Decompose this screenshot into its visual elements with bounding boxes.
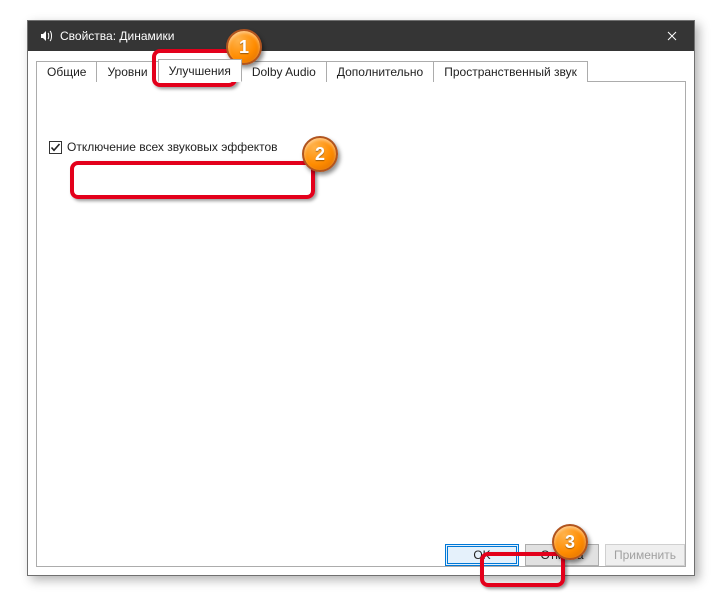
tab-advanced[interactable]: Дополнительно — [326, 61, 434, 82]
tab-levels[interactable]: Уровни — [96, 61, 158, 82]
disable-effects-checkbox[interactable] — [49, 141, 62, 154]
close-button[interactable] — [649, 21, 694, 51]
tab-spatial-sound[interactable]: Пространственный звук — [433, 61, 588, 82]
tab-general[interactable]: Общие — [36, 61, 97, 82]
apply-button[interactable]: Применить — [605, 544, 685, 566]
button-row: OK Отмена Применить — [445, 544, 685, 566]
disable-effects-row[interactable]: Отключение всех звуковых эффектов — [49, 140, 278, 154]
properties-dialog: Свойства: Динамики Общие Уровни Улучшени… — [27, 20, 695, 576]
cancel-button[interactable]: Отмена — [525, 544, 599, 566]
tab-strip: Общие Уровни Улучшения Dolby Audio Допол… — [36, 59, 686, 82]
speaker-icon — [38, 28, 54, 44]
tab-body: Отключение всех звуковых эффектов — [36, 82, 686, 567]
disable-effects-label: Отключение всех звуковых эффектов — [67, 140, 278, 154]
titlebar: Свойства: Динамики — [28, 21, 694, 51]
ok-button[interactable]: OK — [445, 544, 519, 566]
checkmark-icon — [50, 142, 61, 153]
close-icon — [667, 31, 677, 41]
tab-dolby-audio[interactable]: Dolby Audio — [241, 61, 327, 82]
window-title: Свойства: Динамики — [60, 29, 174, 43]
tab-enhancements[interactable]: Улучшения — [158, 59, 242, 82]
